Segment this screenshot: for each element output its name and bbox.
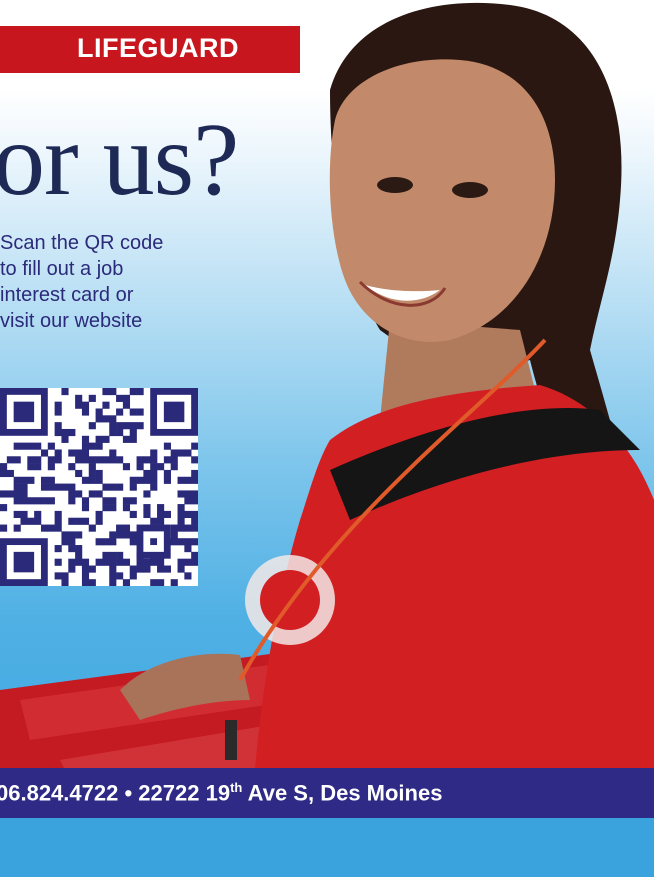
- headline: or us?: [0, 102, 239, 217]
- footer-phone: 06.824.4722: [0, 780, 119, 806]
- qr-prompt-line: interest card or: [0, 284, 134, 306]
- qr-prompt-line: to fill out a job: [0, 258, 124, 280]
- qr-code-icon: [0, 388, 198, 586]
- footer-address-number: 22722 19: [138, 780, 231, 806]
- qr-code[interactable]: [0, 388, 198, 586]
- qr-prompt-line: visit our website: [0, 310, 143, 332]
- footer-contact: 06.824.4722 • 22722 19th Ave S, Des Moin…: [0, 780, 442, 806]
- qr-prompt-text: Scan the QR code to fill out a job inter…: [0, 230, 240, 334]
- footer-bar: 06.824.4722 • 22722 19th Ave S, Des Moin…: [0, 768, 654, 818]
- footer-address-suffix: th: [230, 780, 243, 795]
- banner-label: LIFEGUARD: [77, 33, 239, 63]
- footer-address-rest: Ave S, Des Moines: [247, 780, 443, 806]
- poster: LIFEGUARD or us? Scan the QR code to fil…: [0, 0, 654, 877]
- lifeguard-banner: LIFEGUARD: [0, 26, 300, 73]
- qr-prompt-line: Scan the QR code: [0, 232, 164, 254]
- bottom-water: [0, 818, 654, 877]
- footer-separator: •: [124, 780, 133, 806]
